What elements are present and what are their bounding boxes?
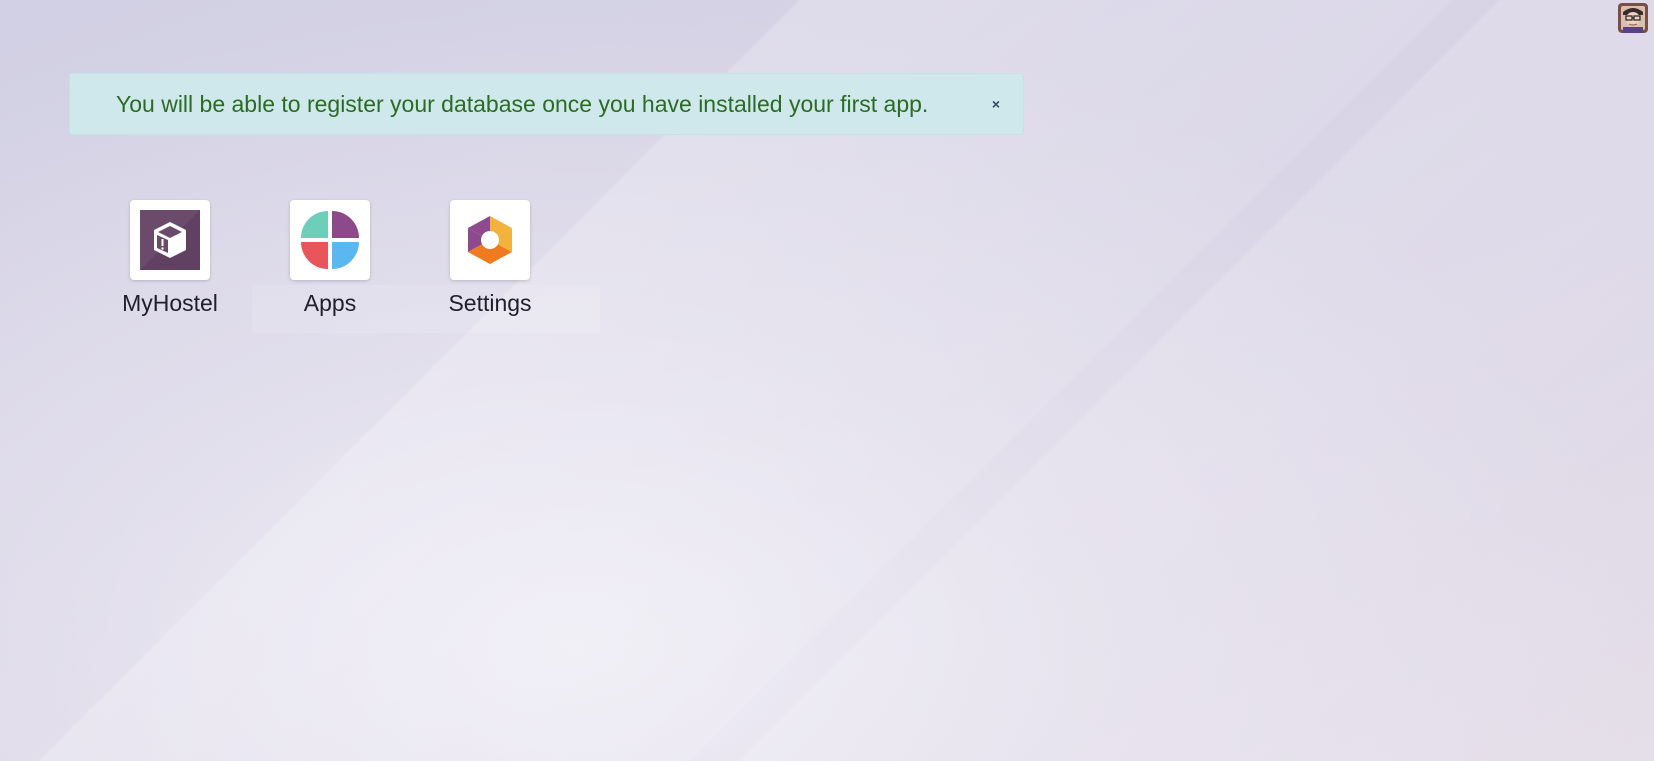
apps-icon: [290, 200, 370, 280]
user-avatar-icon[interactable]: [1618, 3, 1648, 33]
app-tile-settings[interactable]: Settings: [410, 200, 570, 317]
box-icon: [130, 200, 210, 280]
register-database-alert: You will be able to register your databa…: [69, 73, 1024, 135]
app-label-myhostel: MyHostel: [122, 290, 218, 316]
app-tile-myhostel[interactable]: MyHostel: [90, 200, 250, 317]
app-tile-apps[interactable]: Apps: [250, 200, 410, 317]
app-label-settings: Settings: [448, 290, 532, 316]
settings-icon: [450, 200, 530, 280]
alert-message: You will be able to register your databa…: [116, 90, 929, 117]
close-icon[interactable]: ×: [987, 95, 1005, 113]
app-label-apps: Apps: [303, 290, 357, 316]
apps-grid: MyHostel Apps Settings: [90, 200, 570, 317]
